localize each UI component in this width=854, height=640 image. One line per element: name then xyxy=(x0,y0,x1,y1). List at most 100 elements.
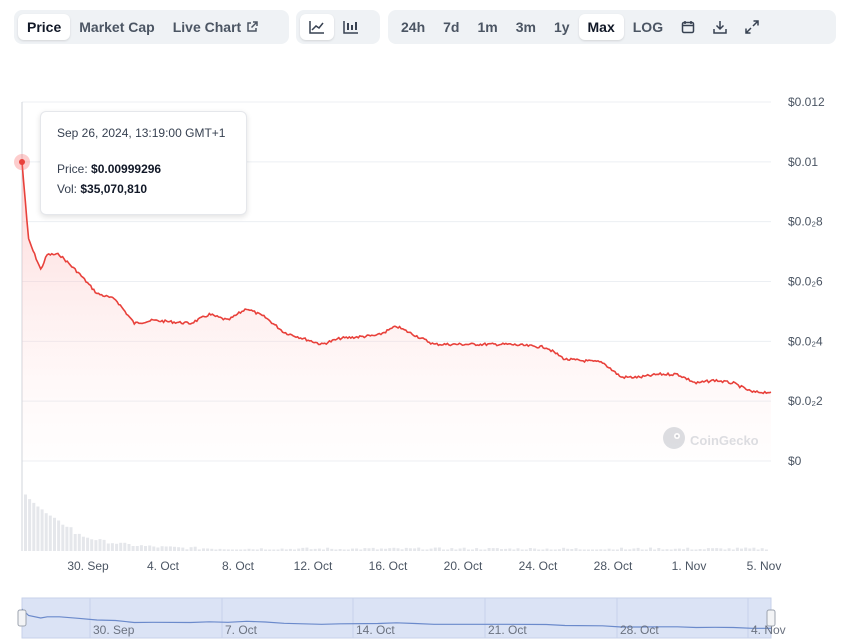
volume-bar xyxy=(152,546,156,551)
volume-bar xyxy=(578,549,582,551)
y-tick-label: $0.0₂8 xyxy=(788,215,823,229)
volume-bar xyxy=(541,549,545,551)
volume-bar xyxy=(582,549,586,551)
volume-bar xyxy=(504,548,508,551)
volume-bar xyxy=(57,520,61,551)
volume-bar xyxy=(123,542,127,551)
volume-bar xyxy=(735,547,739,551)
y-tick-label: $0.0₂4 xyxy=(788,334,823,348)
volume-bar xyxy=(628,549,632,551)
volume-bar xyxy=(495,548,499,551)
volume-bar xyxy=(417,547,421,551)
volume-bar xyxy=(235,549,239,551)
volume-bar xyxy=(284,549,288,551)
volume-bars xyxy=(24,494,768,551)
volume-bar xyxy=(355,548,359,551)
price-tooltip: Sep 26, 2024, 13:19:00 GMT+1 Price: $0.0… xyxy=(40,111,247,215)
volume-bar xyxy=(429,548,433,551)
volume-bar xyxy=(193,546,197,551)
volume-bar xyxy=(557,549,561,551)
volume-bar xyxy=(682,549,686,551)
volume-bar xyxy=(702,549,706,551)
volume-bar xyxy=(458,548,462,551)
volume-bar xyxy=(740,548,743,551)
volume-bar xyxy=(36,506,40,551)
volume-bar xyxy=(640,549,644,551)
volume-bar xyxy=(611,549,615,551)
volume-bar xyxy=(181,547,185,551)
volume-bar xyxy=(483,549,487,551)
volume-bar xyxy=(549,549,553,551)
navigator[interactable]: 30. Sep 7. Oct 14. Oct 21. Oct 28. Oct 4. Nov xyxy=(17,597,786,639)
volume-bar xyxy=(189,547,193,551)
x-tick-label: 4. Oct xyxy=(147,559,180,573)
tooltip-date: Sep 26, 2024, 13:19:00 GMT+1 xyxy=(57,126,226,140)
volume-bar xyxy=(653,549,657,551)
volume-bar xyxy=(210,548,214,551)
tooltip-price-label: Price: xyxy=(57,162,88,176)
navigator-handle-left[interactable] xyxy=(17,609,27,627)
volume-bar xyxy=(586,549,590,551)
volume-bar xyxy=(491,548,495,551)
volume-bar xyxy=(756,549,760,551)
volume-bar xyxy=(259,548,263,551)
volume-bar xyxy=(48,515,52,551)
hover-point xyxy=(19,159,25,166)
volume-bar xyxy=(657,548,661,551)
y-tick-label: $0.012 xyxy=(788,95,825,109)
volume-bar xyxy=(475,548,479,551)
x-tick-label: 20. Oct xyxy=(444,559,483,573)
volume-bar xyxy=(413,548,417,551)
volume-bar xyxy=(297,548,301,551)
volume-bar xyxy=(533,548,537,551)
navigator-handle-right[interactable] xyxy=(766,609,776,627)
y-tick-label: $0.01 xyxy=(788,155,818,169)
volume-bar xyxy=(528,548,532,551)
volume-bar xyxy=(110,543,114,551)
price-chart: $0.012 $0.01 $0.0₂8 $0.0₂6 $0.0₂4 $0.0₂2 $0 30… xyxy=(14,95,825,639)
volume-bar xyxy=(545,548,549,551)
volume-bar xyxy=(744,547,748,551)
navigator-tick-label: 7. Oct xyxy=(225,623,258,637)
volume-bar xyxy=(574,548,578,551)
volume-bar xyxy=(90,539,94,551)
volume-bar xyxy=(570,549,574,551)
volume-bar xyxy=(433,547,437,551)
volume-bar xyxy=(698,549,702,551)
volume-bar xyxy=(135,546,139,551)
volume-bar xyxy=(65,526,69,551)
volume-bar xyxy=(164,546,168,551)
volume-bar xyxy=(371,547,375,551)
volume-bar xyxy=(342,549,346,551)
volume-bar xyxy=(379,548,383,551)
volume-bar xyxy=(139,545,143,551)
volume-bar xyxy=(305,547,309,551)
volume-bar xyxy=(632,548,636,551)
coingecko-watermark: CoinGecko xyxy=(662,426,759,455)
x-axis-labels: 30. Sep 4. Oct 8. Oct 12. Oct 16. Oct 20. Oct… xyxy=(67,559,781,573)
volume-bar xyxy=(131,546,135,551)
volume-bar xyxy=(446,549,450,551)
volume-bar xyxy=(466,549,470,551)
tooltip-price-value: $0.00999296 xyxy=(91,162,162,176)
volume-bar xyxy=(562,547,566,551)
volume-bar xyxy=(293,549,296,551)
volume-bar xyxy=(396,548,400,551)
volume-bar xyxy=(272,549,276,551)
volume-bar xyxy=(86,537,90,551)
volume-bar xyxy=(719,548,723,551)
volume-bar xyxy=(500,549,503,551)
navigator-tick-label: 30. Sep xyxy=(93,623,135,637)
volume-bar xyxy=(636,547,640,551)
volume-bar xyxy=(607,548,611,551)
volume-bar xyxy=(425,549,429,551)
volume-bar xyxy=(359,549,363,551)
volume-bar xyxy=(251,549,255,551)
navigator-tick-label: 21. Oct xyxy=(488,623,527,637)
volume-bar xyxy=(665,549,669,551)
volume-bar xyxy=(388,548,392,551)
volume-bar xyxy=(218,548,222,551)
volume-bar xyxy=(239,549,243,551)
volume-bar xyxy=(177,547,181,551)
volume-bar xyxy=(748,548,752,551)
